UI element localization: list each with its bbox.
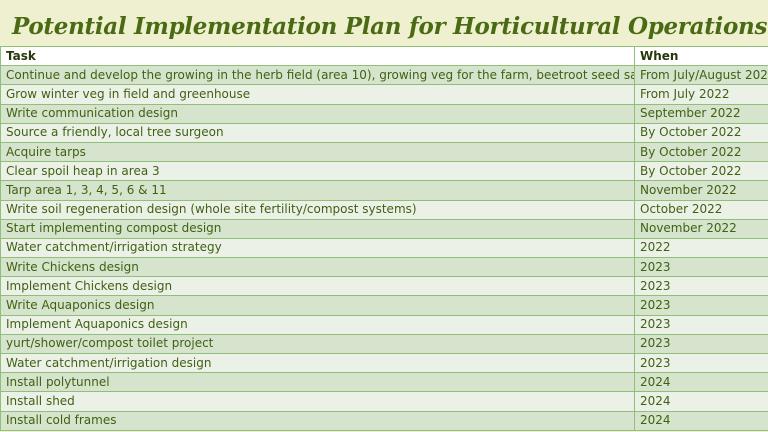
column-header-when: When — [634, 45, 768, 67]
task-cell: Install cold frames — [0, 410, 635, 431]
when-cell: 2023 — [634, 314, 768, 335]
table-row: Grow winter veg in field and greenhouse F… — [0, 84, 768, 105]
when-cell: 2023 — [634, 257, 768, 278]
when-cell: 2024 — [634, 391, 768, 412]
table-row: Implement Chickens design 2023 — [0, 276, 768, 297]
task-cell: Write soil regeneration design (whole si… — [0, 199, 635, 220]
table-row: Source a friendly, local tree surgeon By … — [0, 122, 768, 143]
when-cell: November 2022 — [634, 180, 768, 201]
table-row: yurt/shower/compost toilet project 2023 — [0, 333, 768, 355]
when-cell: 2023 — [634, 333, 768, 355]
table-row: Continue and develop the growing in the … — [0, 65, 768, 86]
table-row: Water catchment/irrigation design 2023 — [0, 352, 768, 374]
task-cell: Write Aquaponics design — [0, 295, 635, 316]
task-cell: Write communication design — [0, 103, 635, 124]
column-header-task: Task — [0, 45, 635, 67]
when-cell: 2023 — [634, 276, 768, 297]
table-header-row: Task When — [0, 45, 768, 67]
table-row: Start implementing compost design Novembe… — [0, 218, 768, 239]
task-cell: Grow winter veg in field and greenhouse — [0, 84, 635, 105]
when-cell: October 2022 — [634, 199, 768, 220]
task-cell: Implement Aquaponics design — [0, 314, 635, 335]
table-row: Write communication design September 2022 — [0, 103, 768, 124]
table-row: Implement Aquaponics design 2023 — [0, 314, 768, 335]
task-cell: Install shed — [0, 391, 635, 412]
when-cell: 2023 — [634, 295, 768, 316]
implementation-plan-table: Task When Continue and develop the growi… — [0, 45, 768, 431]
when-cell: 2022 — [634, 237, 768, 259]
table-row: Install polytunnel 2024 — [0, 372, 768, 393]
task-cell: Acquire tarps — [0, 141, 635, 163]
table-row: Write Aquaponics design 2023 — [0, 295, 768, 316]
table-row: Write soil regeneration design (whole si… — [0, 199, 768, 220]
table-row: Tarp area 1, 3, 4, 5, 6 & 11 November 202… — [0, 180, 768, 201]
task-cell: yurt/shower/compost toilet project — [0, 333, 635, 355]
when-cell: 2024 — [634, 410, 768, 431]
task-cell: Implement Chickens design — [0, 276, 635, 297]
table-body: Continue and develop the growing in the … — [0, 65, 768, 431]
task-cell: Install polytunnel — [0, 372, 635, 393]
task-cell: Write Chickens design — [0, 257, 635, 278]
task-cell: Continue and develop the growing in the … — [0, 65, 635, 86]
when-cell: September 2022 — [634, 103, 768, 124]
table-row: Acquire tarps By October 2022 — [0, 141, 768, 163]
task-cell: Start implementing compost design — [0, 218, 635, 239]
when-cell: 2024 — [634, 372, 768, 393]
page-title: Potential Implementation Plan for Hortic… — [12, 13, 768, 40]
task-cell: Tarp area 1, 3, 4, 5, 6 & 11 — [0, 180, 635, 201]
table-row: Install shed 2024 — [0, 391, 768, 412]
table-row: Write Chickens design 2023 — [0, 257, 768, 278]
when-cell: By October 2022 — [634, 122, 768, 143]
task-cell: Source a friendly, local tree surgeon — [0, 122, 635, 143]
when-cell: From July/August 2022 — [634, 65, 768, 86]
task-cell: Water catchment/irrigation design — [0, 352, 635, 374]
table-row: Water catchment/irrigation strategy 2022 — [0, 237, 768, 259]
task-cell: Clear spoil heap in area 3 — [0, 161, 635, 182]
task-cell: Water catchment/irrigation strategy — [0, 237, 635, 259]
table-row: Install cold frames 2024 — [0, 410, 768, 431]
when-cell: 2023 — [634, 352, 768, 374]
when-cell: November 2022 — [634, 218, 768, 239]
table-row: Clear spoil heap in area 3 By October 202… — [0, 161, 768, 182]
when-cell: By October 2022 — [634, 161, 768, 182]
when-cell: By October 2022 — [634, 141, 768, 163]
when-cell: From July 2022 — [634, 84, 768, 105]
